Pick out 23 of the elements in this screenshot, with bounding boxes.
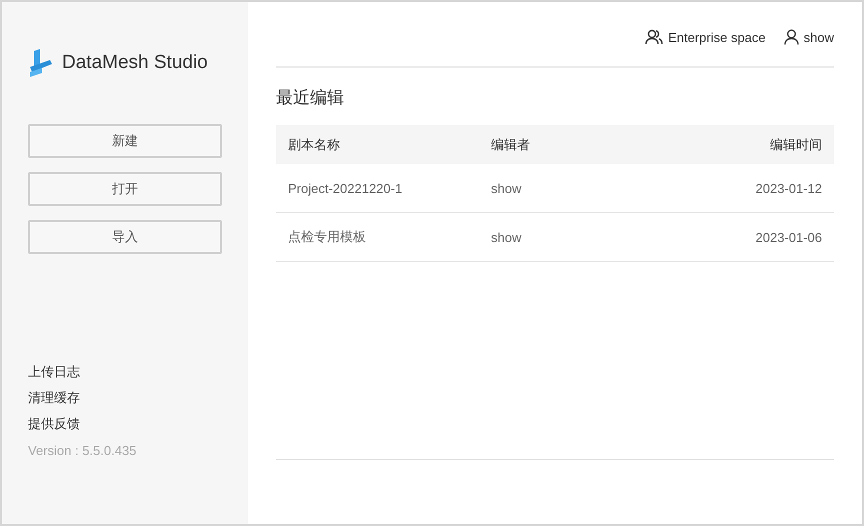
- user-link[interactable]: show: [784, 29, 834, 45]
- user-icon: [784, 29, 799, 45]
- column-header: 剧本名称: [288, 136, 341, 154]
- table-cell-text: 2023-01-12: [754, 180, 822, 196]
- sidebar-button[interactable]: 打开: [28, 172, 222, 206]
- table-cell-text: show: [491, 230, 522, 244]
- sidebar-link[interactable]: 提供反馈: [28, 415, 222, 434]
- logo-icon: [28, 49, 54, 77]
- column-header: 编辑时间: [769, 136, 822, 154]
- section-title: 最近编辑: [276, 87, 345, 109]
- version-label: Version : 5.5.0.435: [28, 442, 138, 460]
- table-cell-text: Project-20221220-1: [288, 180, 404, 196]
- table-cell-text: 2023-01-06: [754, 230, 822, 244]
- table-cell-text: show: [491, 180, 522, 196]
- enterprise-space-link[interactable]: Enterprise space: [645, 29, 766, 45]
- sidebar-button[interactable]: 新建: [28, 124, 222, 158]
- app-name: DataMesh Studio: [62, 52, 208, 74]
- sidebar-button[interactable]: 导入: [28, 220, 222, 254]
- table-cell-text: 点检专用模板: [288, 228, 367, 246]
- group-icon: [645, 29, 664, 45]
- sidebar-link[interactable]: 清理缓存: [28, 389, 222, 408]
- column-header: 编辑者: [491, 136, 531, 154]
- sidebar-link[interactable]: 上传日志: [28, 363, 222, 382]
